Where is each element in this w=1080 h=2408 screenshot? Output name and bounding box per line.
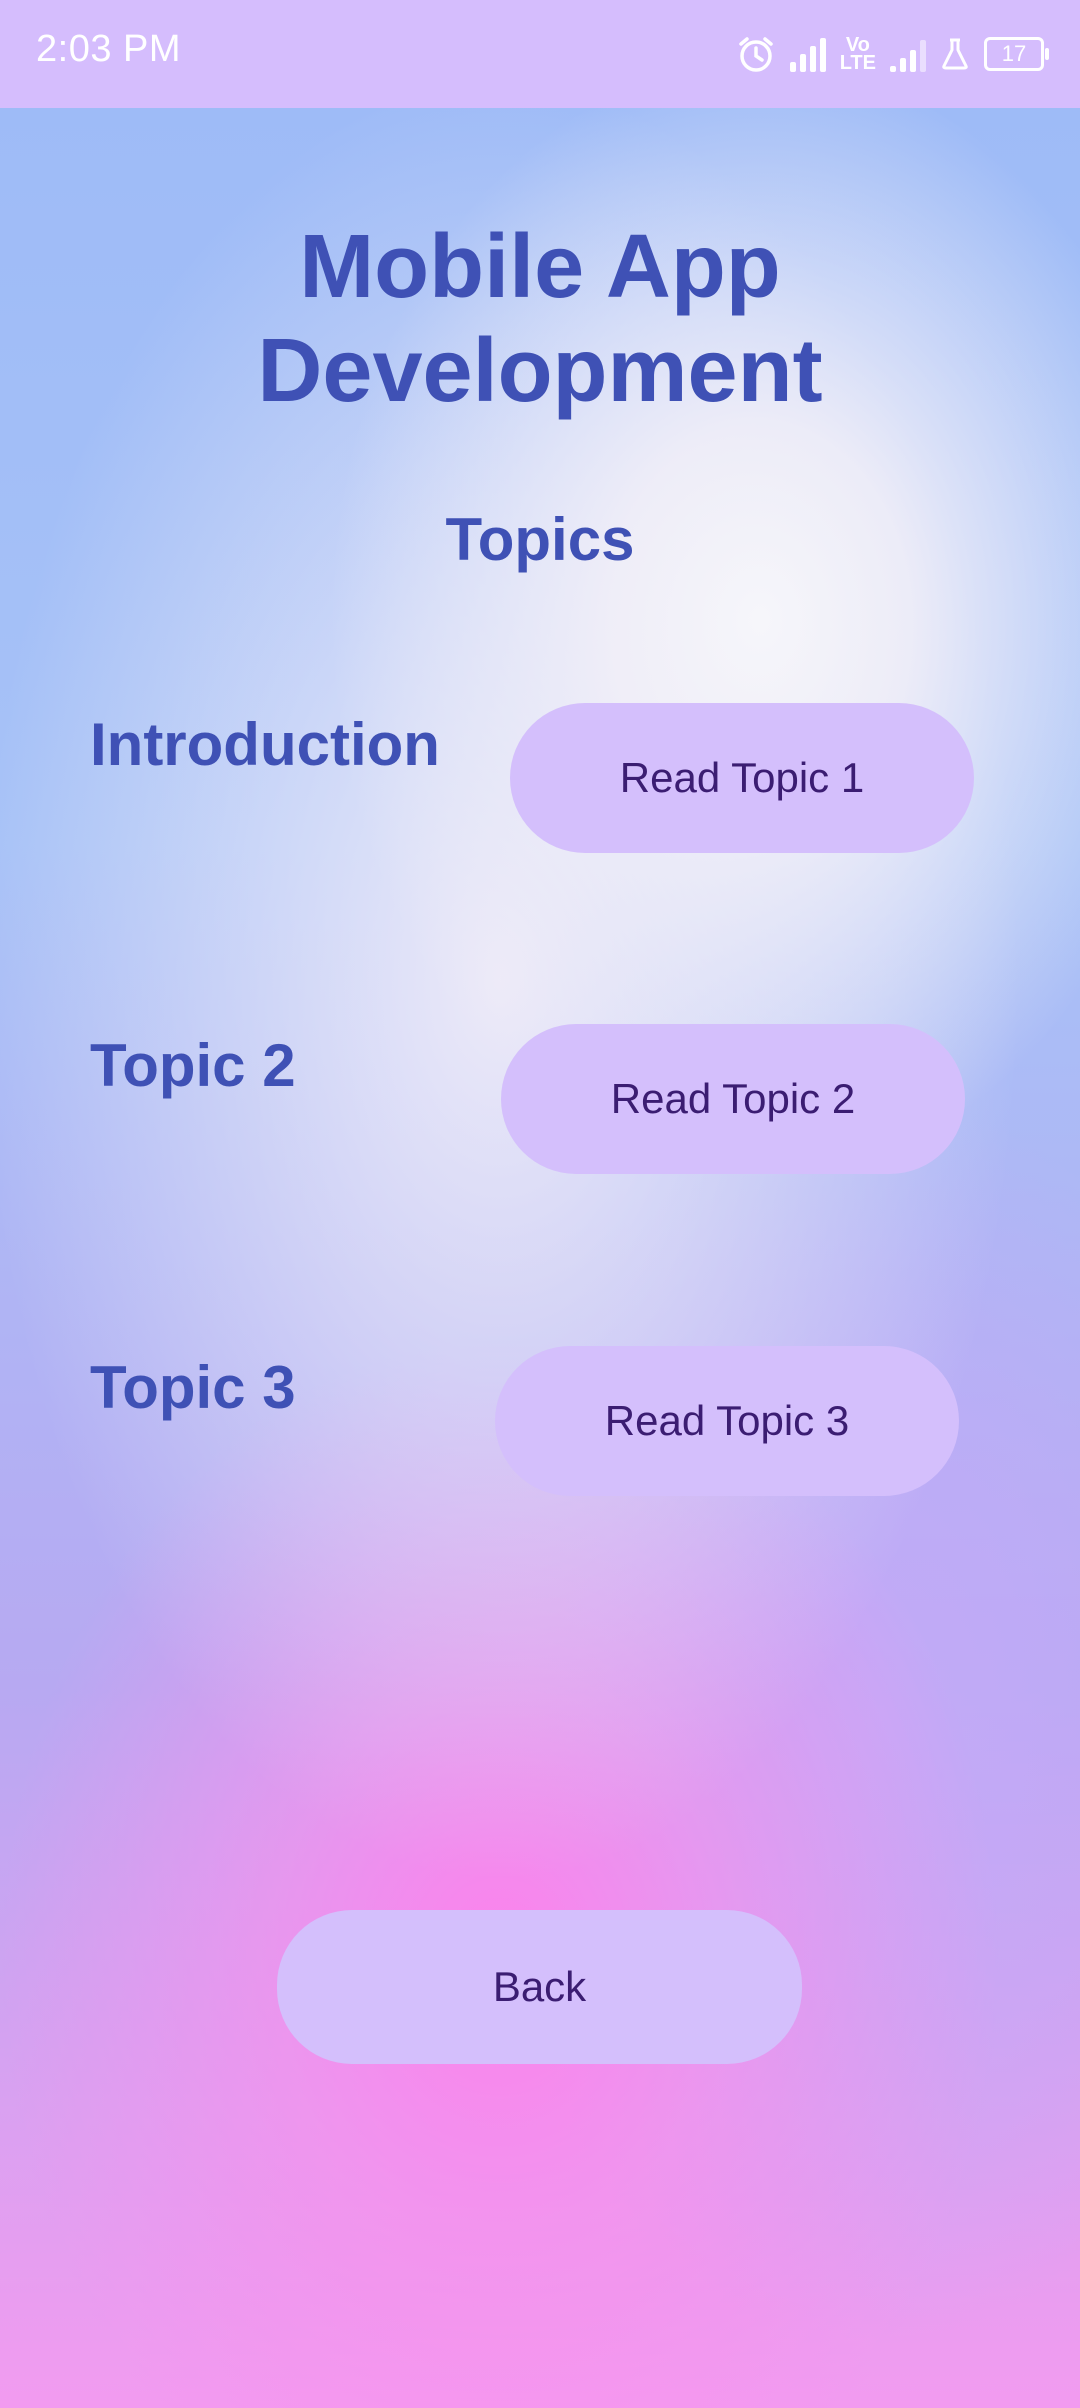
page-title-line-2: Development (257, 321, 823, 421)
read-topic-3-button[interactable]: Read Topic 3 (495, 1346, 959, 1496)
battery-icon: 17 (984, 37, 1049, 71)
topic-label-1: Introduction (90, 711, 440, 778)
read-topic-2-button[interactable]: Read Topic 2 (501, 1024, 965, 1174)
status-icons: Vo LTE 17 (736, 28, 1049, 80)
signal-strength-icon-2 (890, 36, 926, 72)
page-title-line-1: Mobile App (299, 217, 781, 317)
flask-icon (940, 37, 970, 71)
status-time: 2:03 PM (36, 28, 182, 70)
volte-bottom-text: LTE (839, 52, 876, 74)
topic-label-2: Topic 2 (90, 1032, 296, 1099)
read-topic-1-button[interactable]: Read Topic 1 (510, 703, 974, 853)
back-button[interactable]: Back (277, 1910, 802, 2064)
section-subtitle: Topics (445, 506, 635, 573)
status-bar: 2:03 PM Vo LTE 17 (0, 0, 1080, 108)
topic-label-3: Topic 3 (90, 1354, 296, 1421)
page-title: Mobile App Development (0, 215, 1080, 423)
signal-strength-icon (789, 36, 826, 72)
volte-icon: Vo LTE (839, 35, 876, 74)
battery-level: 17 (1001, 41, 1027, 66)
alarm-icon (736, 34, 776, 74)
